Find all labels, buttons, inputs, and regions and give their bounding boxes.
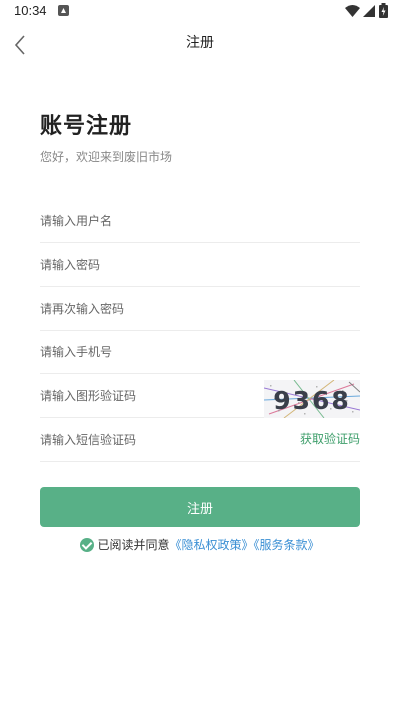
captcha-field-row: 9368 bbox=[40, 374, 360, 418]
page-subtitle: 您好，欢迎来到废旧市场 bbox=[40, 150, 173, 164]
captcha-image[interactable]: 9368 bbox=[264, 380, 360, 418]
privacy-policy-link[interactable]: 《隐私权政策》 bbox=[169, 538, 253, 552]
password-confirm-input[interactable] bbox=[40, 287, 360, 330]
phone-input[interactable] bbox=[40, 330, 360, 373]
username-field-row bbox=[40, 199, 360, 243]
get-sms-code-button[interactable]: 获取验证码 bbox=[300, 418, 360, 461]
terms-of-service-link[interactable]: 《服务条款》 bbox=[254, 538, 320, 552]
password-confirm-field-row bbox=[40, 287, 360, 331]
password-input[interactable] bbox=[40, 243, 360, 286]
agreement-row: 已阅读并同意《隐私权政策》《服务条款》 bbox=[0, 536, 400, 554]
phone-field-row bbox=[40, 330, 360, 374]
status-bar: 10:34 bbox=[0, 0, 400, 24]
battery-icon bbox=[379, 3, 388, 18]
sms-code-input[interactable] bbox=[40, 418, 280, 461]
notification-icon bbox=[58, 5, 69, 16]
sms-field-row: 获取验证码 bbox=[40, 418, 360, 462]
register-screen: 10:34 注册 账号注册 您好，欢迎来到废旧市场 请输入用户名 请输入手机号 … bbox=[0, 0, 400, 712]
status-time: 10:34 bbox=[14, 3, 47, 18]
signal-icon bbox=[363, 5, 375, 17]
password-field-row bbox=[40, 243, 360, 287]
captcha-text: 9368 bbox=[273, 386, 351, 415]
agreement-label: 已阅读并同意 bbox=[97, 538, 170, 552]
captcha-input[interactable] bbox=[40, 374, 260, 417]
nav-title: 注册 bbox=[186, 35, 214, 51]
page-title: 账号注册 bbox=[40, 114, 133, 139]
username-input[interactable] bbox=[40, 199, 360, 242]
agree-checkbox-icon[interactable] bbox=[80, 537, 95, 552]
register-button[interactable]: 注册 bbox=[40, 487, 360, 527]
wifi-icon bbox=[345, 5, 360, 17]
